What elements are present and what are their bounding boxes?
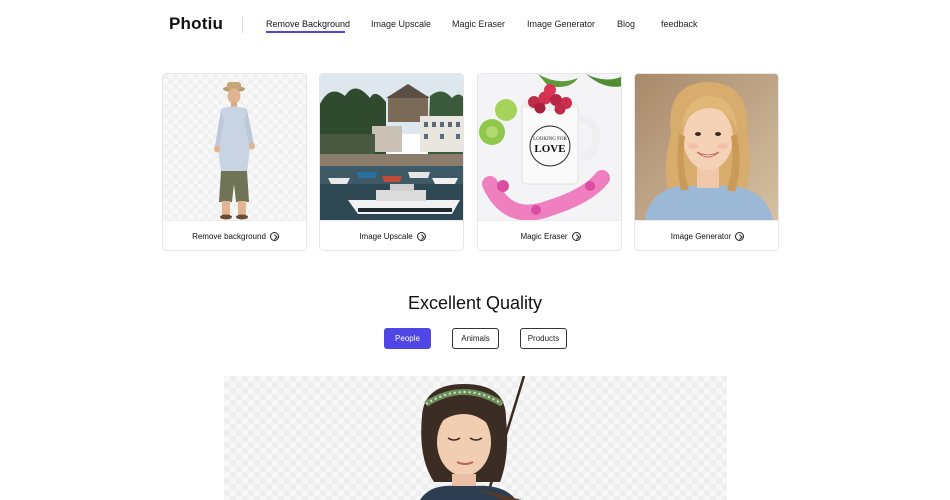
arrow-right-circle-icon <box>269 232 279 241</box>
card-image-upscale-caption[interactable]: Image Upscale <box>320 220 463 250</box>
card-remove-background-caption[interactable]: Remove background <box>163 220 306 250</box>
nav-image-generator[interactable]: Image Generator <box>527 19 595 29</box>
quality-title: Excellent Quality <box>407 293 543 313</box>
card-magic-eraser-caption[interactable]: Magic Eraser <box>478 220 621 250</box>
page: Photiu Remove Background Image Upscale M… <box>0 0 950 500</box>
card-image-generator-image <box>635 74 778 220</box>
card-image-generator-caption[interactable]: Image Generator <box>635 220 778 250</box>
card-image-generator[interactable]: Image Generator <box>634 73 779 251</box>
card-remove-background-image <box>163 74 306 220</box>
card-image-upscale-image <box>320 74 463 220</box>
card-magic-eraser-image: LOOKING FOR LOVE <box>478 74 621 220</box>
filter-animals-button[interactable]: Animals <box>452 328 499 349</box>
card-magic-eraser-label: Magic Eraser <box>520 232 568 241</box>
filter-people-button[interactable]: People <box>384 328 431 349</box>
card-magic-eraser[interactable]: LOOKING FOR LOVE Magic Eraser <box>477 73 622 251</box>
svg-text:LOOKING FOR: LOOKING FOR <box>533 137 567 142</box>
nav-feedback[interactable]: feedback <box>661 19 698 29</box>
top-header: Photiu Remove Background Image Upscale M… <box>0 0 950 50</box>
card-image-generator-label: Image Generator <box>670 232 732 241</box>
card-remove-background-label: Remove background <box>192 232 266 241</box>
svg-text:LOVE: LOVE <box>534 143 565 155</box>
header-divider <box>242 17 243 33</box>
card-image-upscale-label: Image Upscale <box>359 232 413 241</box>
arrow-right-circle-icon <box>416 232 426 241</box>
card-remove-background[interactable]: Remove background <box>162 73 307 251</box>
card-image-upscale[interactable]: Image Upscale <box>319 73 464 251</box>
nav-remove-background[interactable]: Remove Background <box>266 19 350 29</box>
filter-products-button[interactable]: Products <box>520 328 567 349</box>
arrow-right-circle-icon <box>735 232 745 241</box>
showcase-image <box>224 376 727 500</box>
nav-active-underline <box>266 31 345 33</box>
nav-image-upscale[interactable]: Image Upscale <box>371 19 431 29</box>
logo[interactable]: Photiu <box>169 14 223 34</box>
nav-blog[interactable]: Blog <box>617 19 635 29</box>
nav-magic-eraser[interactable]: Magic Eraser <box>452 19 505 29</box>
arrow-right-circle-icon <box>571 232 581 241</box>
